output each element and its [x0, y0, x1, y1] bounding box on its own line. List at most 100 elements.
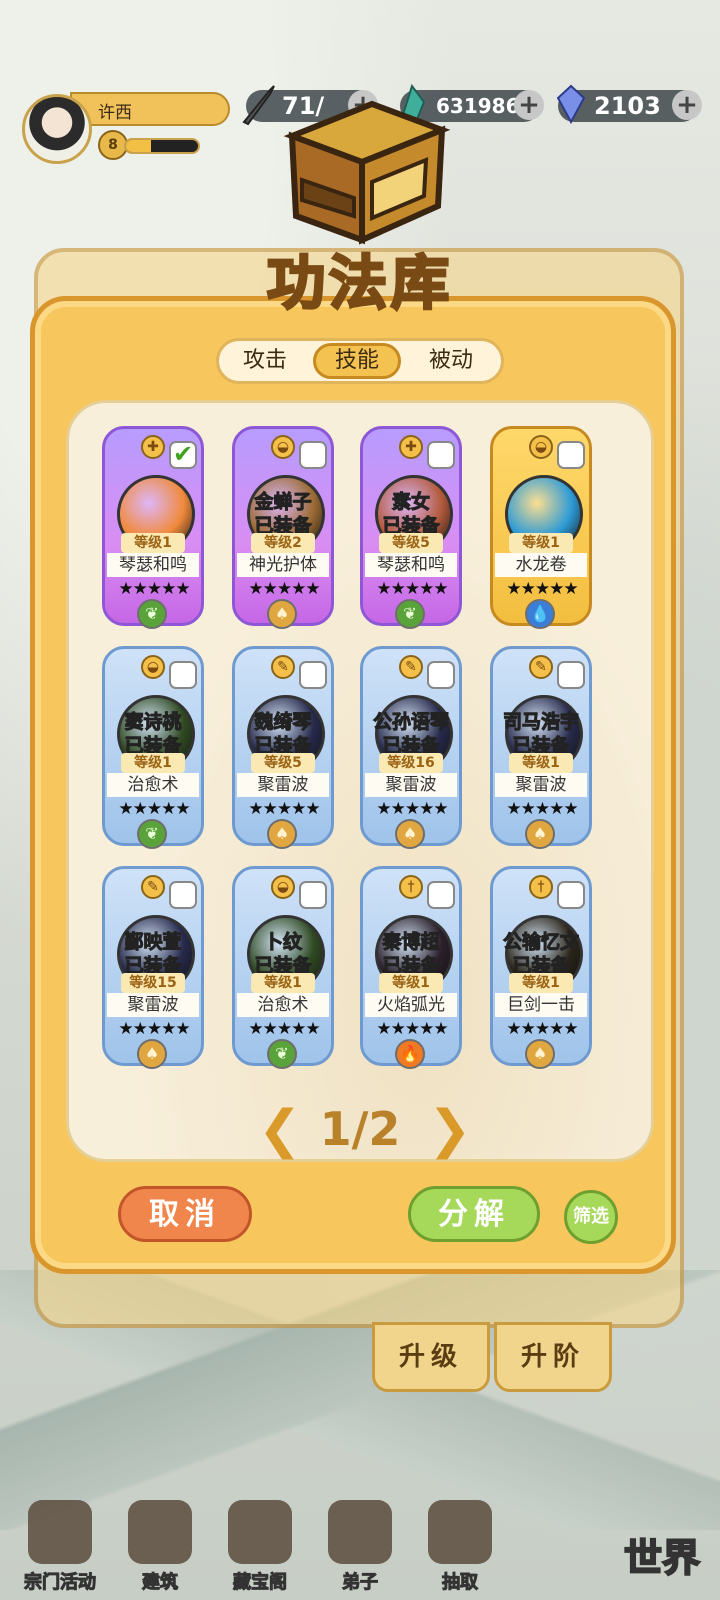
nav-draw[interactable]: 抽取 [410, 1500, 510, 1594]
upgrade-button[interactable]: 升级 [372, 1322, 490, 1392]
card-skill-name: 治愈术 [107, 773, 199, 797]
select-checkbox[interactable]: ✔ [169, 441, 197, 469]
nav-label: 抽取 [442, 1572, 479, 1594]
card-stars: ★★★★★ [118, 799, 190, 819]
select-checkbox[interactable] [169, 661, 197, 689]
card-holder-name: 窦诗桃 [124, 711, 182, 734]
skill-card[interactable]: ◒ 金蝉子 已装备 等级2 神光护体 ★★★★★ ♠ [232, 426, 334, 629]
wood-element-icon: ❦ [137, 819, 167, 849]
card-holder-name: 公孙语琴 [372, 711, 449, 734]
card-level: 等级15 [121, 973, 185, 993]
select-checkbox[interactable] [299, 661, 327, 689]
skill-card[interactable]: ◒ 等级1 水龙卷 ★★★★★ 💧 [490, 426, 592, 629]
gem-value: 2103 [594, 92, 661, 120]
player-name: 许西 [98, 103, 132, 123]
bowl-icon: ◒ [141, 655, 165, 679]
brush-icon: ✎ [529, 655, 553, 679]
card-level: 等级1 [509, 533, 573, 553]
skill-card[interactable]: ✎ 司马浩宇 已装备 等级1 聚雷波 ★★★★★ ♠ [490, 646, 592, 849]
card-stars: ★★★★★ [506, 579, 578, 599]
nav-label: 建筑 [142, 1572, 179, 1594]
card-skill-name: 聚雷波 [365, 773, 457, 797]
wood-element-icon: ❦ [395, 599, 425, 629]
spirit-stone-add-button[interactable]: + [514, 90, 544, 120]
skill-card[interactable]: ✎ 公孙语琴 已装备 等级16 聚雷波 ★★★★★ ♠ [360, 646, 462, 849]
select-checkbox[interactable] [427, 661, 455, 689]
skill-card[interactable]: † 秦博超 已装备 等级1 火焰弧光 ★★★★★ 🔥 [360, 866, 462, 1069]
card-holder-name: 秦博超 [382, 931, 440, 954]
card-level: 等级16 [379, 753, 443, 773]
wood-element-icon: ❦ [267, 1039, 297, 1069]
select-checkbox[interactable] [557, 881, 585, 909]
chest-icon [283, 100, 451, 245]
card-holder-name: 鄞映萱 [124, 931, 182, 954]
pagoda-icon [28, 1500, 92, 1564]
earth-element-icon: ♠ [395, 819, 425, 849]
decompose-button[interactable]: 分解 [408, 1186, 540, 1242]
card-skill-name: 水龙卷 [495, 553, 587, 577]
bowl-icon: ◒ [271, 875, 295, 899]
tab-skill[interactable]: 技能 [313, 343, 401, 379]
gem-counter: 2103 + [556, 84, 702, 125]
skill-card[interactable]: ✎ 鄞映萱 已装备 等级15 聚雷波 ★★★★★ ♠ [102, 866, 204, 1069]
select-checkbox[interactable] [299, 441, 327, 469]
skill-card[interactable]: ✚ ✔ 等级1 琴瑟和鸣 ★★★★★ ❦ [102, 426, 204, 629]
card-holder-name: 公输忆文 [502, 931, 579, 954]
nav-disciples[interactable]: 弟子 [310, 1500, 410, 1594]
card-stars: ★★★★★ [118, 579, 190, 599]
earth-element-icon: ♠ [267, 599, 297, 629]
tab-passive[interactable]: 被动 [407, 343, 495, 379]
earth-element-icon: ♠ [267, 819, 297, 849]
card-stars: ★★★★★ [506, 799, 578, 819]
tab-attack[interactable]: 攻击 [221, 343, 309, 379]
next-page-button[interactable]: ❯ [428, 1100, 472, 1160]
select-checkbox[interactable] [557, 661, 585, 689]
card-stars: ★★★★★ [118, 1019, 190, 1039]
card-skill-name: 聚雷波 [237, 773, 329, 797]
world-button[interactable]: 世界 [623, 1527, 701, 1582]
skill-card[interactable]: ✚ 素女 已装备 等级5 琴瑟和鸣 ★★★★★ ❦ [360, 426, 462, 629]
building-icon [128, 1500, 192, 1564]
card-level: 等级2 [251, 533, 315, 553]
skill-card[interactable]: † 公输忆文 已装备 等级1 巨剑一击 ★★★★★ ♠ [490, 866, 592, 1069]
select-checkbox[interactable] [427, 441, 455, 469]
earth-element-icon: ♠ [525, 1039, 555, 1069]
cancel-button[interactable]: 取消 [118, 1186, 252, 1242]
select-checkbox[interactable] [169, 881, 197, 909]
skill-card[interactable]: ◒ 卜纹 已装备 等级1 治愈术 ★★★★★ ❦ [232, 866, 334, 1069]
nav-treasury[interactable]: 藏宝阁 [210, 1500, 310, 1594]
disciple-icon [328, 1500, 392, 1564]
card-skill-name: 巨剑一击 [495, 993, 587, 1017]
page-title: 功法库 [265, 248, 453, 319]
card-skill-name: 聚雷波 [495, 773, 587, 797]
tab-bar: 攻击 技能 被动 [216, 338, 504, 384]
filter-button[interactable]: 筛选 [564, 1190, 618, 1244]
card-level: 等级5 [379, 533, 443, 553]
wood-element-icon: ❦ [137, 599, 167, 629]
heal-icon: ✚ [141, 435, 165, 459]
nav-sect-activity[interactable]: 宗门活动 [10, 1500, 110, 1594]
bottom-navigation: 宗门活动 建筑 藏宝阁 弟子 抽取 世界 [0, 1480, 720, 1600]
select-checkbox[interactable] [557, 441, 585, 469]
card-stars: ★★★★★ [376, 1019, 448, 1039]
nav-label: 宗门活动 [24, 1572, 97, 1594]
card-holder-name: 魏绮琴 [254, 711, 312, 734]
card-skill-name: 火焰弧光 [365, 993, 457, 1017]
exp-bar-fill [126, 140, 152, 152]
card-stars: ★★★★★ [248, 579, 320, 599]
page-indicator: 1/2 [319, 1102, 401, 1156]
card-stars: ★★★★★ [376, 799, 448, 819]
select-checkbox[interactable] [427, 881, 455, 909]
nav-building[interactable]: 建筑 [110, 1500, 210, 1594]
card-level: 等级1 [121, 753, 185, 773]
card-holder-name: 金蝉子 [254, 491, 312, 514]
advance-button[interactable]: 升阶 [494, 1322, 612, 1392]
player-name-plate [70, 92, 230, 126]
player-avatar[interactable] [22, 94, 92, 164]
gem-add-button[interactable]: + [672, 90, 702, 120]
card-skill-name: 琴瑟和鸣 [107, 553, 199, 577]
select-checkbox[interactable] [299, 881, 327, 909]
skill-card[interactable]: ✎ 魏绮琴 已装备 等级5 聚雷波 ★★★★★ ♠ [232, 646, 334, 849]
bowl-icon: ◒ [529, 435, 553, 459]
skill-card[interactable]: ◒ 窦诗桃 已装备 等级1 治愈术 ★★★★★ ❦ [102, 646, 204, 849]
